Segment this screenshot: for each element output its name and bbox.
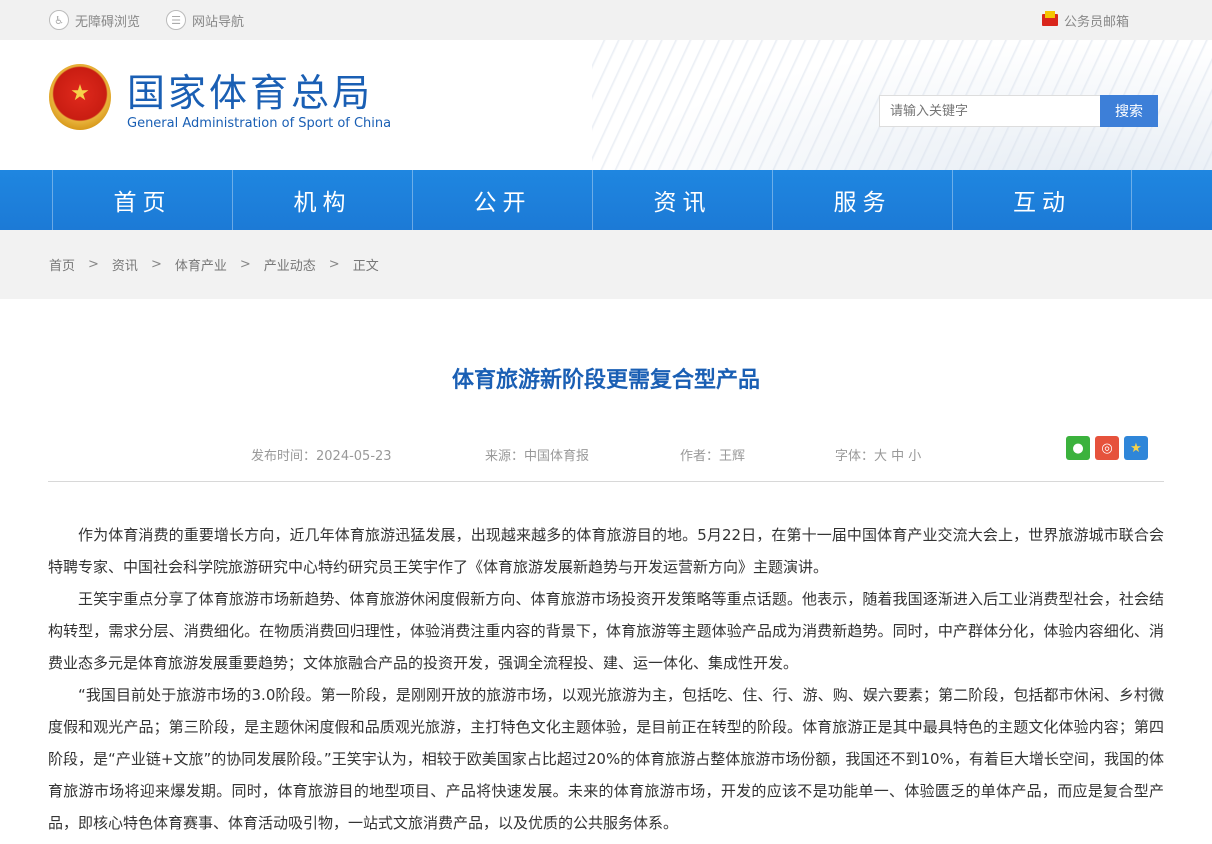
top-utility-bar: ♿ 无障碍浏览 ☰ 网站导航 公务员邮箱 [0, 0, 1212, 40]
breadcrumb: 首页 > 资讯 > 体育产业 > 产业动态 > 正文 [0, 230, 1212, 299]
search-button[interactable]: 搜索 [1100, 95, 1158, 127]
font-size-control[interactable]: 字体：大 中 小 [835, 445, 921, 464]
site-nav-label: 网站导航 [192, 14, 245, 30]
site-nav-icon: ☰ [166, 10, 186, 30]
staff-mail-link[interactable]: 公务员邮箱 [1042, 0, 1129, 40]
article-author: 作者：王辉 [680, 449, 746, 464]
breadcrumb-industry-news[interactable]: 产业动态 [264, 255, 316, 274]
article-paragraph: “我国目前处于旅游市场的3.0阶段。第一阶段，是刚刚开放的旅游市场，以观光旅游为… [48, 686, 1164, 832]
breadcrumb-separator: > [88, 257, 99, 272]
share-buttons: ● ◎ ★ [1061, 436, 1148, 460]
article-paragraph: 作为体育消费的重要增长方向，近几年体育旅游迅猛发展，出现越来越多的体育旅游目的地… [48, 526, 1164, 576]
logo-title-en: General Administration of Sport of China [127, 116, 392, 131]
nav-item-services[interactable]: 服务 [772, 170, 952, 230]
nav-item-public[interactable]: 公开 [412, 170, 592, 230]
mail-icon [1042, 11, 1058, 26]
breadcrumb-sports-industry[interactable]: 体育产业 [175, 255, 227, 274]
main-nav: 首页 机构 公开 资讯 服务 互动 [0, 170, 1212, 230]
nav-item-news[interactable]: 资讯 [592, 170, 772, 230]
site-header: ★ 国家体育总局 General Administration of Sport… [0, 40, 1212, 170]
favorite-icon[interactable]: ★ [1124, 436, 1148, 460]
breadcrumb-current: 正文 [352, 259, 379, 274]
accessibility-label: 无障碍浏览 [75, 14, 141, 30]
nav-item-interaction[interactable]: 互动 [952, 170, 1132, 230]
breadcrumb-separator: > [150, 257, 162, 272]
article-title: 体育旅游新阶段更需复合型产品 [451, 368, 760, 393]
weibo-icon[interactable]: ◎ [1095, 436, 1119, 460]
search-input[interactable] [879, 95, 1101, 127]
breadcrumb-news[interactable]: 资讯 [112, 255, 138, 274]
article: 体育旅游新阶段更需复合型产品 发布时间：2024-05-23 来源：中国体育报 … [0, 366, 1212, 839]
accessibility-icon: ♿ [49, 10, 69, 30]
national-emblem: ★ [49, 64, 111, 130]
nav-item-home[interactable]: 首页 [52, 170, 232, 230]
breadcrumb-separator: > [328, 257, 340, 272]
breadcrumb-home[interactable]: 首页 [49, 255, 75, 274]
article-paragraph: 王笑宇重点分享了体育旅游市场新趋势、体育旅游休闲度假新方向、体育旅游市场投资开发… [48, 590, 1164, 672]
article-body: 作为体育消费的重要增长方向，近几年体育旅游迅猛发展，出现越来越多的体育旅游目的地… [48, 519, 1164, 839]
nav-item-organization[interactable]: 机构 [232, 170, 412, 230]
publish-time: 发布时间：2024-05-23 [251, 449, 392, 464]
site-nav-link[interactable]: ☰ 网站导航 [166, 0, 244, 40]
accessibility-link[interactable]: ♿ 无障碍浏览 [49, 0, 140, 40]
article-meta: 发布时间：2024-05-23 来源：中国体育报 作者：王辉 字体：大 中 小 … [48, 436, 1164, 482]
staff-mail-label: 公务员邮箱 [1064, 14, 1130, 30]
breadcrumb-separator: > [239, 257, 251, 272]
article-source: 来源：中国体育报 [485, 449, 590, 464]
wechat-icon[interactable]: ● [1066, 436, 1090, 460]
logo-title-cn[interactable]: 国家体育总局 [127, 74, 373, 112]
